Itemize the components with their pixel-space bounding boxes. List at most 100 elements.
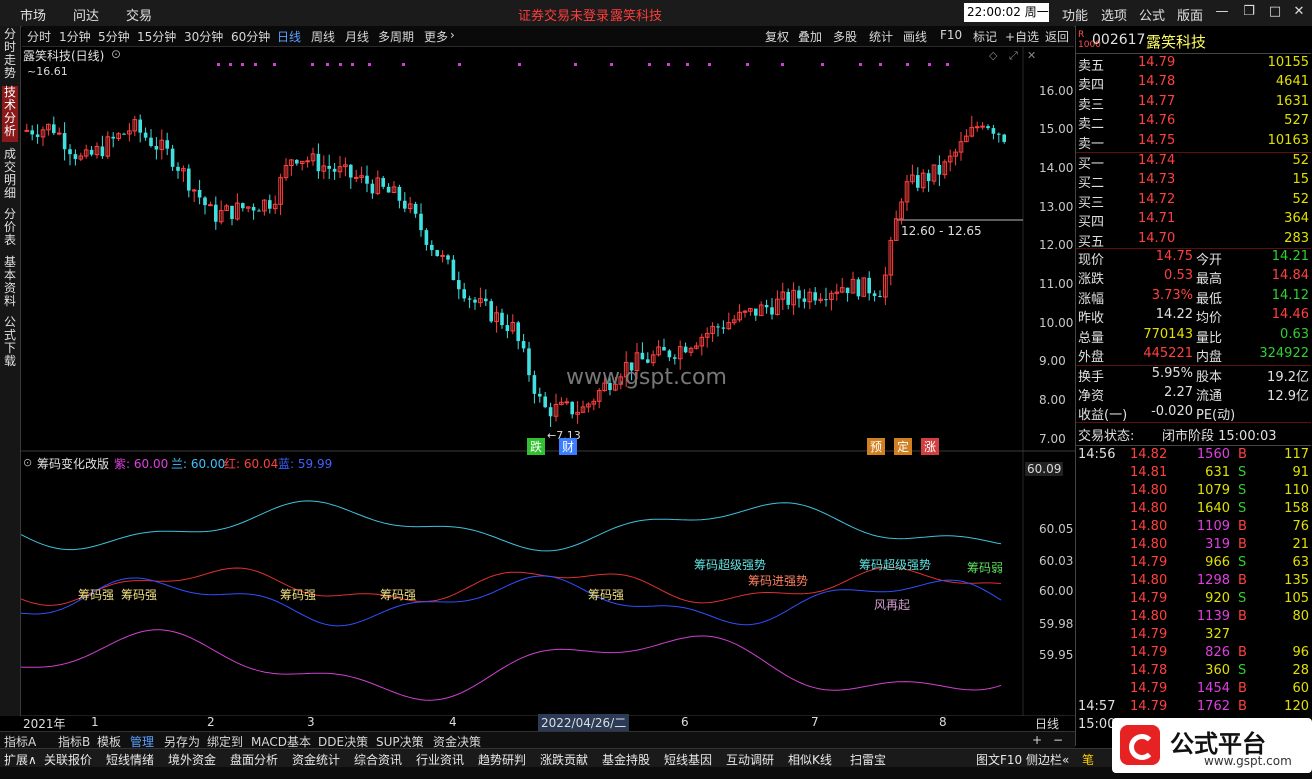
tab-price-table[interactable]: 分价表 <box>2 208 18 250</box>
multi-stock-button[interactable]: 多股 <box>833 28 857 45</box>
f10-button[interactable]: F10 <box>940 28 962 42</box>
tick-row[interactable]: 14.79 327 <box>1076 627 1311 646</box>
tick-row[interactable]: 14.78 360 S 28 <box>1076 663 1311 682</box>
event-tag-fall[interactable]: 跌 <box>527 438 546 455</box>
close-panel-icon[interactable]: ✕ <box>1027 49 1036 62</box>
info-tab[interactable]: 境外资金 <box>168 751 216 768</box>
bid-row[interactable]: 买五 14.70 283 <box>1076 231 1311 250</box>
info-tab[interactable]: 基金持股 <box>602 751 650 768</box>
period-daily[interactable]: 日线 <box>277 28 301 45</box>
tick-row[interactable]: 14.80 1298 B 135 <box>1076 573 1311 592</box>
f10-graphic-button[interactable]: 图文F10 <box>976 751 1022 768</box>
indicator-options-icon[interactable]: ⊙ <box>23 456 32 469</box>
info-tab[interactable]: 盘面分析 <box>230 751 278 768</box>
tick-row[interactable]: 14:57 14.79 1762 B 120 <box>1076 699 1311 718</box>
stat-row[interactable]: 昨收 14.22 均价 14.46 <box>1076 307 1311 326</box>
tick-row[interactable]: 14.79 920 S 105 <box>1076 591 1311 610</box>
adjust-button[interactable]: 复权 <box>765 28 789 45</box>
draw-line-button[interactable]: 画线 <box>903 28 927 45</box>
minimize-icon[interactable]: — <box>1213 3 1231 21</box>
info-tab[interactable]: 扫雷宝 <box>850 751 886 768</box>
tab-basic-info[interactable]: 基本资料 <box>2 256 18 312</box>
event-tag-rise[interactable]: 涨 <box>921 438 940 455</box>
info-tab[interactable]: 扩展∧ <box>4 751 37 768</box>
period-monthly[interactable]: 月线 <box>345 28 369 45</box>
menu-layout[interactable]: 版面 <box>1177 5 1203 24</box>
fund-row[interactable]: 净资 2.27 流通 12.9亿 <box>1076 385 1311 404</box>
pen-button[interactable]: 笔 <box>1082 751 1094 768</box>
info-tab[interactable]: 短线情绪 <box>106 751 154 768</box>
tick-row[interactable]: 14.80 1079 S 110 <box>1076 483 1311 502</box>
stat-row[interactable]: 外盘 445221 内盘 324922 <box>1076 346 1311 365</box>
period-more[interactable]: 更多 <box>424 28 448 45</box>
mark-button[interactable]: 标记 <box>973 28 997 45</box>
add-watchlist-button[interactable]: +自选 <box>1005 28 1039 45</box>
tab-formula-download[interactable]: 公式下载 <box>2 316 18 372</box>
info-tab[interactable]: 行业资讯 <box>416 751 464 768</box>
bid-row[interactable]: 买一 14.74 52 <box>1076 153 1311 172</box>
fund-row[interactable]: 换手 5.95% 股本 19.2亿 <box>1076 366 1311 385</box>
ask-row[interactable]: 卖三 14.77 1631 <box>1076 94 1311 113</box>
info-tab[interactable]: 综合资讯 <box>354 751 402 768</box>
tab-intraday[interactable]: 分时走势 <box>2 28 18 80</box>
sidebar-toggle[interactable]: 侧边栏« <box>1026 751 1069 768</box>
tick-row[interactable]: 14.80 1139 B 80 <box>1076 609 1311 628</box>
stats-button[interactable]: 统计 <box>869 28 893 45</box>
tab-technical[interactable]: 技术分析 <box>2 86 18 142</box>
ask-row[interactable]: 卖一 14.75 10163 <box>1076 133 1311 152</box>
info-tab[interactable]: 涨跌贡献 <box>540 751 588 768</box>
ask-row[interactable]: 卖四 14.78 4641 <box>1076 74 1311 93</box>
info-tab[interactable]: 趋势研判 <box>478 751 526 768</box>
fund-row[interactable]: 收益(一) -0.020 PE(动) <box>1076 404 1311 423</box>
kline-chart-svg[interactable] <box>21 46 1075 716</box>
info-tab[interactable]: 相似K线 <box>788 751 832 768</box>
period-weekly[interactable]: 周线 <box>311 28 335 45</box>
event-tag-placement[interactable]: 定 <box>894 438 913 455</box>
event-tag-forecast[interactable]: 预 <box>867 438 886 455</box>
ask-row[interactable]: 卖二 14.76 527 <box>1076 113 1311 132</box>
chart-options-icon[interactable]: ⊙ <box>111 47 121 61</box>
tick-row[interactable]: 14.80 1640 S 158 <box>1076 501 1311 520</box>
tab-trade-detail[interactable]: 成交明细 <box>2 148 18 204</box>
info-tab[interactable]: 资金统计 <box>292 751 340 768</box>
menu-market[interactable]: 市场 <box>20 5 46 24</box>
period-15min[interactable]: 15分钟 <box>137 28 176 45</box>
tick-row[interactable]: 14.79 966 S 63 <box>1076 555 1311 574</box>
bid-row[interactable]: 买三 14.72 52 <box>1076 192 1311 211</box>
menu-function[interactable]: 功能 <box>1062 5 1088 24</box>
chart-area[interactable]: 露笑科技(日线) ⊙ ~16.61 ←7.13 12.60 - 12.65 ww… <box>21 46 1075 731</box>
info-tab[interactable]: 关联报价 <box>44 751 92 768</box>
stat-row[interactable]: 现价 14.75 今开 14.21 <box>1076 249 1311 268</box>
zoom-in-icon[interactable]: + <box>1032 733 1042 747</box>
tick-row[interactable]: 14:56 14.82 1560 B 117 <box>1076 447 1311 466</box>
axis-mode-label[interactable]: 日线 <box>1035 715 1059 732</box>
menu-trade[interactable]: 交易 <box>126 5 152 24</box>
bid-row[interactable]: 买四 14.71 364 <box>1076 211 1311 230</box>
indicator-title[interactable]: 筹码变化改版 <box>37 455 109 472</box>
period-multi[interactable]: 多周期 <box>378 28 414 45</box>
period-5min[interactable]: 5分钟 <box>98 28 130 45</box>
expand-icon[interactable]: ⤢ <box>1009 49 1018 63</box>
period-30min[interactable]: 30分钟 <box>184 28 223 45</box>
close-icon[interactable]: ✕ <box>1290 3 1308 21</box>
tick-row[interactable]: 14.80 1109 B 76 <box>1076 519 1311 538</box>
stat-row[interactable]: 涨幅 3.73% 最低 14.12 <box>1076 288 1311 307</box>
bid-row[interactable]: 买二 14.73 15 <box>1076 172 1311 191</box>
event-tag-finance[interactable]: 财 <box>559 438 578 455</box>
diamond-icon[interactable]: ◇ <box>989 49 997 62</box>
period-1min[interactable]: 1分钟 <box>59 28 91 45</box>
tick-row[interactable]: 14.81 631 S 91 <box>1076 465 1311 484</box>
info-tab[interactable]: 互动调研 <box>726 751 774 768</box>
zoom-out-icon[interactable]: − <box>1053 733 1063 747</box>
stat-row[interactable]: 总量 770143 量比 0.63 <box>1076 327 1311 346</box>
stat-row[interactable]: 涨跌 0.53 最高 14.84 <box>1076 268 1311 287</box>
tick-row[interactable]: 14.79 1454 B 60 <box>1076 681 1311 700</box>
back-button[interactable]: 返回 <box>1045 28 1069 45</box>
menu-options[interactable]: 选项 <box>1101 5 1127 24</box>
chevron-right-icon[interactable]: › <box>450 28 455 42</box>
overlay-button[interactable]: 叠加 <box>798 28 822 45</box>
maximize-icon[interactable]: □ <box>1266 3 1284 21</box>
tick-row[interactable]: 14.80 319 B 21 <box>1076 537 1311 556</box>
restore-icon[interactable]: ❐ <box>1240 3 1258 21</box>
tick-row[interactable]: 14.79 826 B 96 <box>1076 645 1311 664</box>
